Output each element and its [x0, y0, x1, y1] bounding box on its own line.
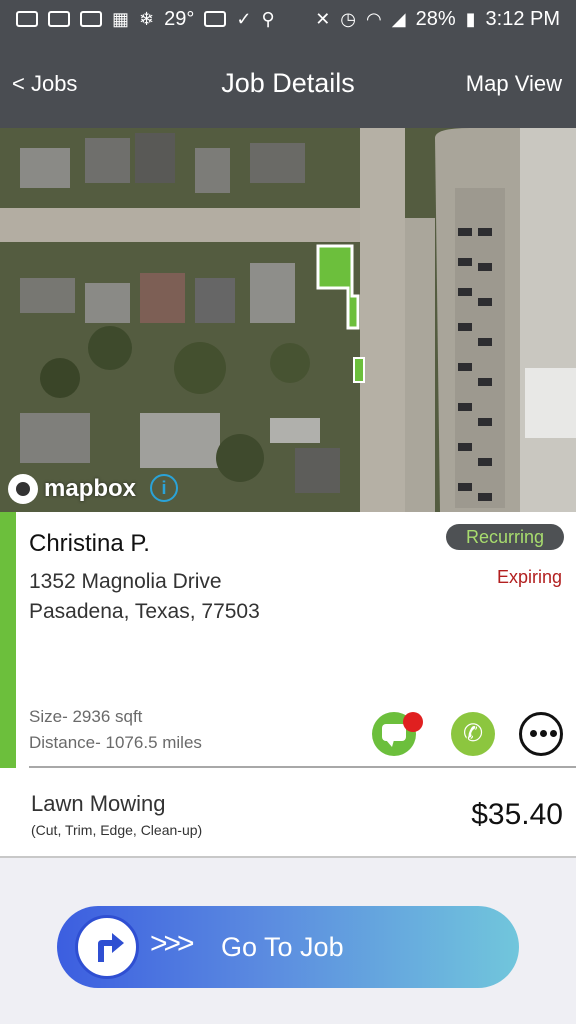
check-icon: ✓ [236, 9, 252, 29]
battery-percent: 28% [415, 7, 456, 30]
status-left: ▦ ❄ 29° ✓ ⚲ [16, 8, 315, 31]
more-icon [530, 730, 557, 737]
expiring-status: Expiring [496, 567, 562, 587]
call-button[interactable]: ✆ [451, 712, 495, 756]
card-accent-bar [0, 512, 16, 768]
more-options-button[interactable] [519, 712, 563, 756]
alarm-icon: ◷ [340, 9, 357, 29]
snowflake-icon: ❄ [139, 9, 155, 29]
signal-icon: ◢ [391, 9, 406, 29]
navigate-arrow-graphic [98, 933, 124, 962]
map-view-button[interactable]: Map View [466, 71, 562, 97]
message-icon [16, 11, 38, 27]
temperature: 29° [164, 7, 195, 30]
info-icon[interactable]: i [150, 474, 178, 502]
job-detail-card: Christina P. 1352 Magnolia Drive Pasaden… [0, 512, 576, 858]
chat-notification-badge [403, 712, 423, 732]
go-to-job-label: Go To Job [221, 932, 344, 962]
satellite-map[interactable]: mapbox i [0, 128, 576, 512]
address-line-2: Pasadena, Texas, 77503 [29, 600, 260, 623]
mapbox-attribution: mapbox [8, 474, 136, 504]
wifi-icon: ◠ [366, 9, 382, 29]
mapbox-logo-icon [8, 474, 38, 504]
mapbox-label: mapbox [44, 475, 137, 502]
phone-icon: ✆ [462, 720, 484, 747]
mute-icon: ✕ [315, 9, 331, 29]
go-to-job-button[interactable]: >>> Go To Job [57, 906, 519, 988]
chat-icon [382, 724, 406, 747]
divider [29, 766, 576, 768]
lawn-size: Size- 2936 sqft [29, 707, 143, 726]
customer-name: Christina P. [29, 530, 150, 557]
voicemail-icon [48, 11, 70, 27]
service-name: Lawn Mowing [31, 791, 166, 816]
chevrons-icon: >>> [150, 927, 195, 960]
location-icon: ⚲ [261, 9, 275, 29]
recurring-badge: Recurring [446, 524, 564, 550]
status-right: ✕ ◷ ◠ ◢ 28% ▮ 3:12 PM [315, 8, 560, 31]
navigate-arrow-icon [75, 915, 139, 979]
distance: Distance- 1076.5 miles [29, 733, 202, 752]
map-imagery [0, 128, 576, 512]
battery-icon: ▮ [465, 9, 476, 29]
job-price: $35.40 [471, 798, 563, 831]
status-bar: ▦ ❄ 29° ✓ ⚲ ✕ ◷ ◠ ◢ 28% ▮ 3:12 PM [0, 0, 576, 38]
nav-bar: < Jobs Job Details Map View [0, 38, 576, 128]
address-line-1: 1352 Magnolia Drive [29, 570, 222, 593]
grid-icon: ▦ [112, 9, 130, 29]
hq-icon [80, 11, 102, 27]
service-details: (Cut, Trim, Edge, Clean-up) [31, 822, 203, 838]
image-icon [204, 11, 227, 27]
clock: 3:12 PM [485, 7, 560, 30]
